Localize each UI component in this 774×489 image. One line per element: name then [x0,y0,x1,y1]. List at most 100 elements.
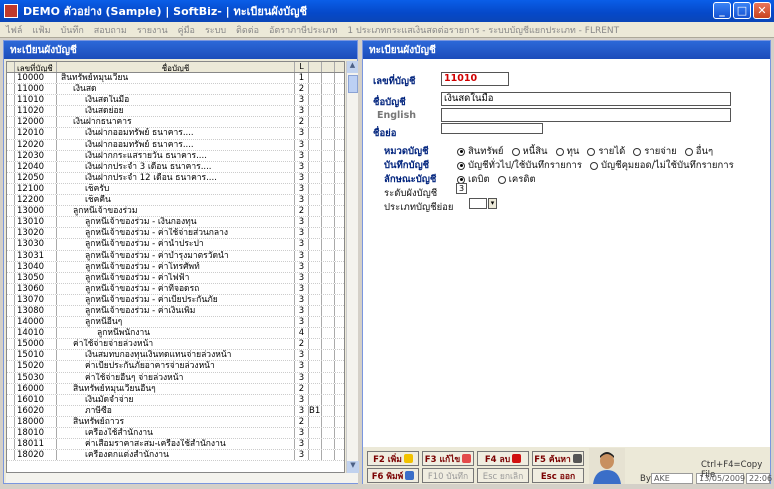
radio-icon[interactable] [457,161,465,170]
maximize-button[interactable]: □ [733,2,751,19]
radio-icon[interactable] [587,147,596,156]
table-row[interactable]: 14010 ลูกหนี้พนักงาน 4 [7,328,344,340]
cell-extra2 [322,84,335,95]
column-header-name[interactable]: ชื่อบัญชี [57,62,295,72]
table-row[interactable]: 13040 ลูกหนี้เจ้าของร่วม - ค่าโทรศัพท์ 3 [7,261,344,273]
table-row[interactable]: 12030 เงินฝากกระแสรายวัน ธนาคาร.... 3 [7,150,344,162]
table-row[interactable]: 13000 ลูกหนี้เจ้าของร่วม 2 [7,206,344,218]
menu-item-2[interactable]: บันทึก [61,23,84,37]
category-option-4[interactable]: รายจ่าย [633,144,677,159]
table-row[interactable]: 13060 ลูกหนี้เจ้าของร่วม - ค่าที่จอดรถ 3 [7,283,344,295]
table-row[interactable]: 15030 ค่าใช้จ่ายอื่นๆ จ่ายล่วงหน้า 3 [7,372,344,384]
delete-button[interactable]: F4 ลบ [477,451,529,466]
edit-button[interactable]: F3 แก้ไข [422,451,474,466]
exit-button[interactable]: Esc ออก [532,468,584,483]
horizontal-scrollbar[interactable] [6,473,358,483]
column-header-level[interactable]: L [295,62,309,72]
menu-item-5[interactable]: คู่มือ [178,23,195,37]
radio-icon[interactable] [555,147,564,156]
scroll-down-icon[interactable]: ▼ [347,461,359,473]
subtype-dropdown-icon[interactable]: ▾ [488,198,497,209]
category-option-1[interactable]: หนี้สิน [511,144,548,159]
table-row[interactable]: 12050 เงินฝากประจำ 12 เดือน ธนาคาร.... 3 [7,172,344,184]
english-name-field[interactable] [441,108,731,122]
table-row[interactable]: 12100 เช็ครับ 3 [7,183,344,196]
table-row[interactable]: 15020 ค่าเบี้ยประกันภัยอาคารจ่ายล่วงหน้า 3 [7,361,344,373]
radio-icon[interactable] [457,147,465,156]
nature-radio-group: เดบิต เครดิต [457,172,536,187]
category-option-2[interactable]: ทุน [555,144,579,159]
cancel-button[interactable]: Esc ยกเลิก [477,468,529,483]
table-row[interactable]: 15010 เงินสมทบกองทุนเงินทดแทนจ่ายล่วงหน้า… [7,350,344,362]
table-row[interactable]: 14000 ลูกหนี้อื่นๆ 3 [7,317,344,329]
table-row[interactable]: 10000 สินทรัพย์หมุนเวียน 1 [7,73,344,85]
table-row[interactable]: 12000 เงินฝากธนาคาร 2 [7,117,344,129]
table-row[interactable]: 12010 เงินฝากออมทรัพย์ ธนาคาร.... 3 [7,128,344,140]
vertical-scrollbar[interactable]: ▲ ▼ [346,61,359,473]
short-name-field[interactable] [441,123,543,134]
cell-extra2 [322,261,335,272]
cell-level: 3 [295,217,309,228]
table-row[interactable]: 15000 ค่าใช้จ่ายจ่ายล่วงหน้า 2 [7,339,344,351]
add-button[interactable]: F2 เพิ่ม [367,451,419,466]
radio-icon[interactable] [633,147,642,156]
table-row[interactable]: 13050 ลูกหนี้เจ้าของร่วม - ค่าไฟฟ้า 3 [7,272,344,284]
radio-label: รายได้ [598,146,626,157]
radio-icon[interactable] [511,147,520,156]
table-row[interactable]: 12200 เช็คคืน 3 [7,195,344,207]
radio-label: สินทรัพย์ [468,146,504,157]
menu-item-6[interactable]: ระบบ [205,23,226,37]
save-button[interactable]: F10 บันทึก [422,468,474,483]
print-button[interactable]: F6 พิมพ์ [367,468,419,483]
radio-icon[interactable] [590,161,598,170]
column-header-code[interactable]: เลขที่บัญชี [15,62,57,72]
table-row[interactable]: 13020 ลูกหนี้เจ้าของร่วม - ค่าใช้จ่ายส่วน… [7,228,344,240]
table-row[interactable]: 13010 ลูกหนี้เจ้าของร่วม - เงินกองทุน 3 [7,217,344,229]
category-option-3[interactable]: รายได้ [587,144,625,159]
menu-item-8[interactable]: อัตราภาษีประเภท [269,23,337,37]
table-row[interactable]: 13080 ลูกหนี้เจ้าของร่วม - ค่าเงินเพิ่ม 3 [7,305,344,318]
posting-option-0[interactable]: บัญชีทั่วไป/ใช้บันทึกรายการ [457,158,582,173]
table-row[interactable]: 13030 ลูกหนี้เจ้าของร่วม - ค่าน้ำประปา 3 [7,239,344,251]
table-row[interactable]: 11000 เงินสด 2 [7,84,344,96]
table-row[interactable]: 12020 เงินฝากออมทรัพย์ ธนาคาร.... 3 [7,139,344,151]
scroll-up-icon[interactable]: ▲ [347,61,358,73]
posting-option-1[interactable]: บัญชีคุมยอด/ไม่ใช้บันทึกรายการ [590,158,734,173]
table-row[interactable]: 18010 เครื่องใช้สำนักงาน 3 [7,428,344,440]
account-name-field[interactable]: เงินสดในมือ [441,92,731,106]
table-row[interactable]: 16020 ภาษีซื้อ 3 B1 [7,405,344,417]
nature-option-1[interactable]: เครดิต [497,172,536,187]
table-row[interactable]: 18000 สินทรัพย์ถาวร 2 [7,416,344,428]
cell-name: ลูกหนี้อื่นๆ [57,317,295,328]
menu-item-3[interactable]: สอบถาม [94,23,127,37]
menu-item-9[interactable]: 1 ประเภทกระแสเงินสดต่อรายการ - ระบบบัญชี… [347,23,619,37]
close-button[interactable]: ✕ [753,2,771,19]
cell-extra [309,128,322,139]
account-no-field[interactable]: 11010 [441,72,509,86]
search-button[interactable]: F5 ค้นหา [532,451,584,466]
table-row[interactable]: 11020 เงินสดย่อย 3 [7,106,344,118]
table-row[interactable]: 12040 เงินฝากประจำ 3 เดือน ธนาคาร.... 3 [7,161,344,173]
table-row[interactable]: 16000 สินทรัพย์หมุนเวียนอื่นๆ 2 [7,383,344,395]
category-option-5[interactable]: อื่นๆ [684,144,713,159]
scroll-thumb[interactable] [348,75,358,93]
radio-icon[interactable] [684,147,693,156]
menu-item-7[interactable]: ติดต่อ [236,23,259,37]
menu-item-0[interactable]: ไฟล์ [6,23,22,37]
table-row[interactable]: 18020 เครื่องตกแต่งสำนักงาน 3 [7,450,344,462]
minimize-button[interactable]: _ [713,2,731,19]
category-option-0[interactable]: สินทรัพย์ [457,144,504,159]
level-field[interactable]: 3 [456,183,467,194]
cell-name: เงินฝากออมทรัพย์ ธนาคาร.... [57,128,295,139]
cell-code: 13010 [15,217,57,228]
table-row[interactable]: 13031 ลูกหนี้เจ้าของร่วม - ค่าบำรุงมาตรวั… [7,250,344,262]
subtype-field[interactable] [469,198,487,209]
table-row[interactable]: 18011 ค่าเสื่อมราคาสะสม-เครื่องใช้สำนักงา… [7,439,344,451]
radio-icon[interactable] [497,175,506,184]
table-row[interactable]: 13070 ลูกหนี้เจ้าของร่วม - ค่าเบี้ยประกัน… [7,294,344,306]
table-row[interactable]: 16010 เงินมัดจำจ่าย 3 [7,394,344,406]
cell-extra [309,305,322,317]
menu-item-4[interactable]: รายงาน [137,23,168,37]
menu-item-1[interactable]: แฟ้ม [32,23,50,37]
table-row[interactable]: 11010 เงินสดในมือ 3 [7,95,344,107]
